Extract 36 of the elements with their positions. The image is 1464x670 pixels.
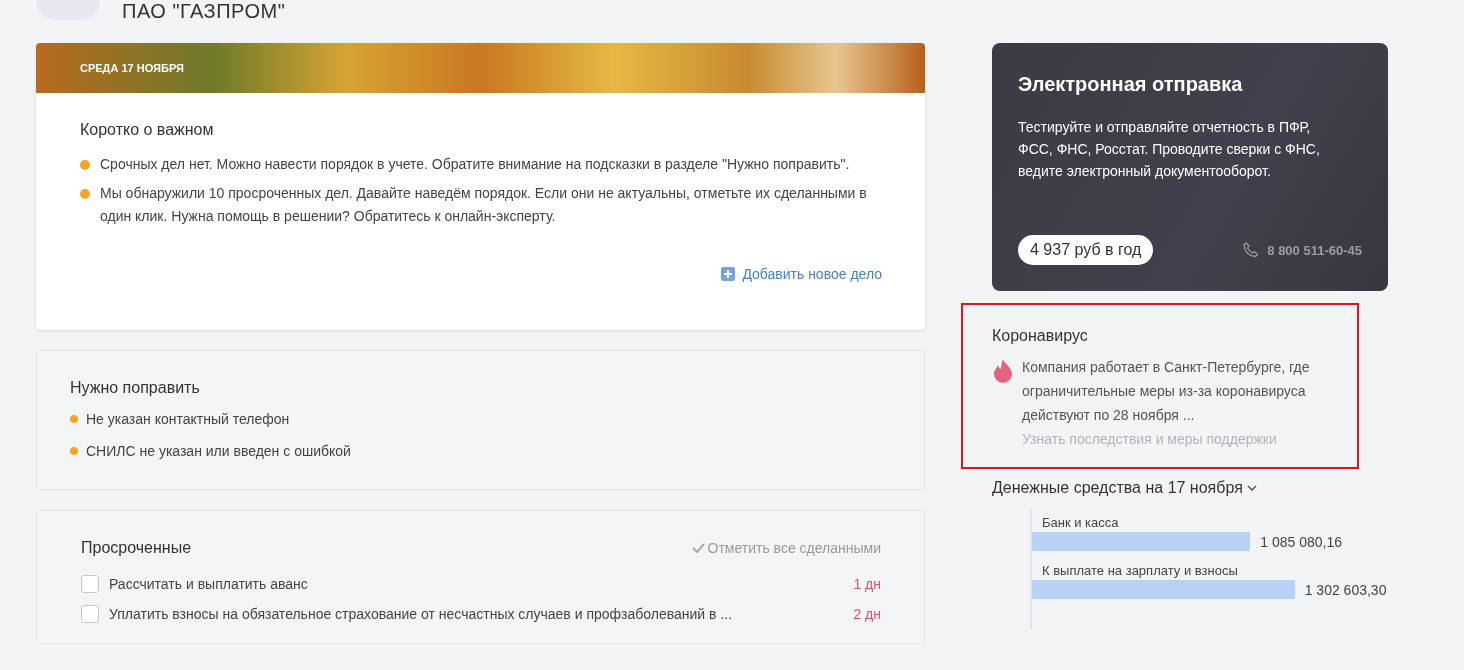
plus-icon <box>721 267 736 281</box>
task-text: Уплатить взносы на обязательное страхование от несчастных случаев и профзаболеваний в ... <box>109 606 733 622</box>
promo-text: Тестируйте и отправляйте отчетность в ПФР, ФСС, ФНС, Росстат. Проводите сверки с ФНС, ведите электронный документооборот. <box>1018 118 1321 181</box>
check-icon <box>691 543 705 553</box>
notice-text: Срочных дел нет. Можно навести порядок в учете. Обратите внимание на подсказки в разделе "Нужно поправить". <box>100 155 850 174</box>
phone-number: 8 800 511-60-45 <box>1267 242 1362 258</box>
cash-amount: 1 302 603,30 <box>1304 581 1387 598</box>
task-checkbox[interactable] <box>81 575 99 593</box>
bullet-dot <box>70 447 78 455</box>
price-button[interactable]: 4 937 руб в год <box>1018 235 1154 265</box>
overdue-days: 2 дн <box>853 606 881 622</box>
bullet-dot <box>80 160 90 170</box>
bullet-dot <box>70 415 78 423</box>
panel-title: Нужно поправить <box>70 379 201 397</box>
cash-title-dropdown[interactable]: Денежные средства на 17 ноября <box>992 479 1388 497</box>
bullet-dot <box>80 189 90 199</box>
task-checkbox[interactable] <box>81 605 99 623</box>
company-name: ПАО "ГАЗПРОМ" <box>122 0 286 22</box>
cash-amount: 1 085 080,16 <box>1260 533 1343 550</box>
notice-text: Мы обнаружили 10 просроченных дел. Давайте наведём порядок. Если они не актуальны, отметьте их сделанными в один клик. Нужна помощь в решении? Обратитесь к онлайн-эксперту. <box>100 184 868 226</box>
date-label: СРЕДА 17 НОЯБРЯ <box>80 62 184 74</box>
task-text: Рассчитать и выплатить аванс <box>109 576 308 592</box>
mark-all-link[interactable]: Отметить все сделанными <box>691 540 881 556</box>
phone-icon <box>1243 242 1260 258</box>
cash-category: К выплате на зарплату и взносы <box>1041 563 1239 578</box>
section-title: Коронавирус <box>992 327 1089 345</box>
flame-icon <box>992 358 1014 384</box>
issue-text: Не указан контактный телефон <box>86 411 290 427</box>
overdue-days: 1 дн <box>853 576 881 592</box>
covid-notice: Компания работает в Санкт-Петербурге, где ограничительные меры из-за коронавируса действуют по 28 ноября ... <box>1022 358 1311 425</box>
panel-title: Просроченные <box>81 539 192 557</box>
promo-title: Электронная отправка <box>1018 73 1244 96</box>
cash-category: Банк и касса <box>1041 515 1120 530</box>
add-task-link[interactable]: Добавить новое дело <box>721 266 882 282</box>
issue-text: СНИЛС не указан или введен с ошибкой <box>86 443 351 459</box>
card-title: Коротко о важном <box>80 121 215 139</box>
